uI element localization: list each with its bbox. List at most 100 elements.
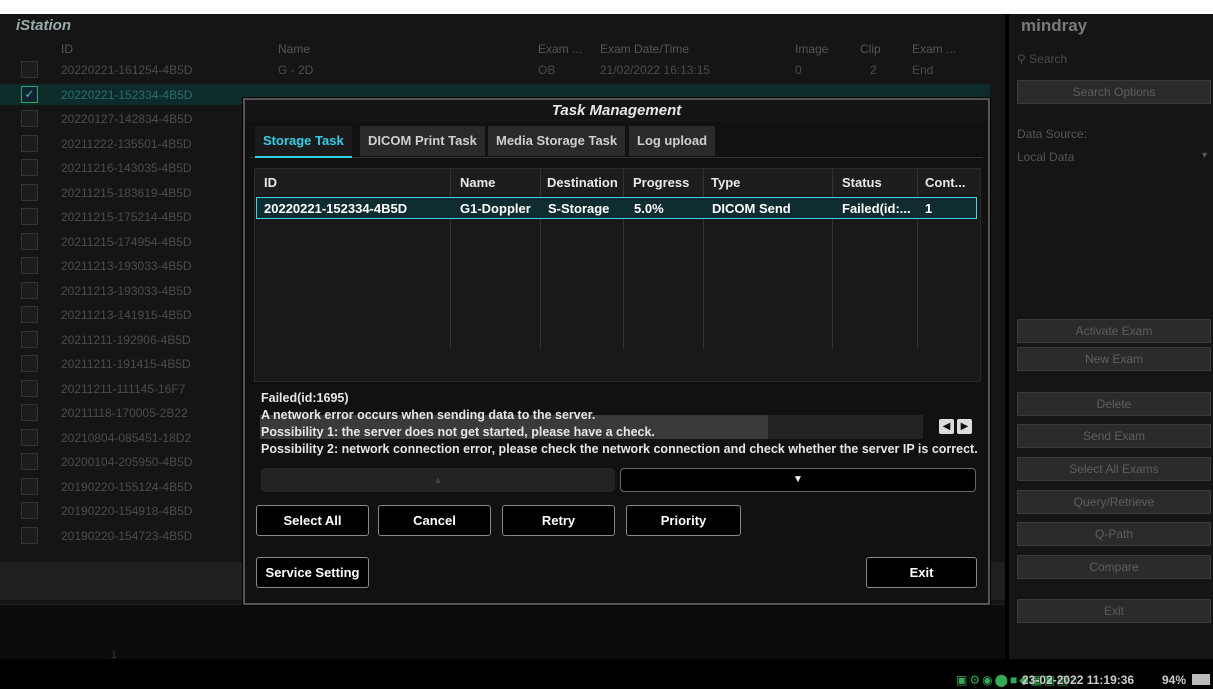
exam-checkbox[interactable]: ✓ <box>21 85 38 103</box>
cancel-button[interactable]: Cancel <box>378 505 491 536</box>
exam-checkbox[interactable] <box>21 502 38 519</box>
exam-checkbox[interactable] <box>21 61 38 78</box>
chevron-down-icon: ▼ <box>793 474 803 485</box>
exit-button[interactable]: Exit <box>866 557 977 588</box>
task-table: ID Name Destination Progress Type Status… <box>254 168 981 439</box>
error-message: Failed(id:1695) A network error occurs w… <box>261 390 981 458</box>
col-clip-header[interactable]: Clip <box>860 42 881 56</box>
exit-button[interactable]: Exit <box>1017 599 1211 623</box>
exam-checkbox[interactable] <box>21 257 38 274</box>
col-exam-header[interactable]: Exam ... <box>538 42 582 56</box>
column-divider <box>832 169 833 349</box>
send-exam-button[interactable]: Send Exam <box>1017 424 1211 448</box>
retry-button[interactable]: Retry <box>502 505 615 536</box>
task-col-cont[interactable]: Cont... <box>925 175 965 190</box>
exam-checkbox[interactable] <box>21 330 38 348</box>
search-options-button[interactable]: Search Options <box>1017 80 1211 104</box>
q-path-button[interactable]: Q-Path <box>1017 522 1211 546</box>
exam-id: 20211215-183619-4B5D <box>61 185 192 200</box>
exam-checkbox[interactable] <box>21 477 38 495</box>
query-retrieve-button[interactable]: Query/Retrieve <box>1017 490 1211 514</box>
new-exam-button[interactable]: New Exam <box>1017 347 1211 371</box>
exam-checkbox[interactable] <box>21 526 38 544</box>
task-management-dialog: Task Management Storage Task DICOM Print… <box>243 98 990 605</box>
dialog-title: Task Management <box>245 100 988 122</box>
task-col-status[interactable]: Status <box>842 175 882 190</box>
tab-media-storage-task[interactable]: Media Storage Task <box>488 126 626 156</box>
task-col-id[interactable]: ID <box>264 175 277 190</box>
exam-id: 20220221-161254-4B5D <box>61 63 193 77</box>
exam-checkbox[interactable] <box>21 232 38 250</box>
top-white-strip <box>0 0 1213 14</box>
search-placeholder: Search <box>1029 52 1068 66</box>
task-status: Failed(id:... <box>842 201 911 216</box>
column-divider <box>623 169 624 349</box>
right-panel: mindray ⚲ Search Search Options Data Sou… <box>1009 14 1213 659</box>
service-setting-button[interactable]: Service Setting <box>256 557 369 588</box>
activate-exam-button[interactable]: Activate Exam <box>1017 319 1211 343</box>
exam-id: 20220221-152334-4B5D <box>61 87 193 102</box>
battery-level: 94% <box>1162 673 1187 687</box>
exam-id: 20211118-170005-2B22 <box>61 406 188 420</box>
column-divider <box>450 169 451 349</box>
search-field[interactable]: ⚲ Search <box>1017 52 1067 66</box>
search-icon: ⚲ <box>1017 52 1026 66</box>
exam-id: 20211211-191415-4B5D <box>61 357 191 371</box>
tab-log-upload[interactable]: Log upload <box>629 126 716 156</box>
exam-date: 21/02/2022 16:13:15 <box>600 63 711 77</box>
task-col-name[interactable]: Name <box>460 175 495 190</box>
data-source-select[interactable]: Local Data ▼ <box>1017 150 1211 164</box>
error-line: A network error occurs when sending data… <box>261 408 596 422</box>
exam-row[interactable]: 20220221-161254-4B5D G - 2D OB 21/02/2022 1… <box>0 59 990 80</box>
task-id: 20220221-152334-4B5D <box>264 201 408 216</box>
exam-checkbox[interactable] <box>21 306 38 323</box>
dialog-tabs: Storage Task DICOM Print Task Media Stor… <box>250 124 983 158</box>
status-bar: ▣⚙◉⬤■◆▦▣▤○ 23-02-2022 11:19:36 94% <box>0 659 1213 689</box>
exam-checkbox[interactable] <box>21 453 38 470</box>
select-all-exams-button[interactable]: Select All Exams <box>1017 457 1211 481</box>
delete-button[interactable]: Delete <box>1017 392 1211 416</box>
col-date-header[interactable]: Exam Date/Time <box>600 42 689 56</box>
task-table-header: ID Name Destination Progress Type Status… <box>255 169 980 195</box>
select-all-button[interactable]: Select All <box>256 505 369 536</box>
col-id-header[interactable]: ID <box>61 42 73 56</box>
task-type: DICOM Send <box>712 201 791 216</box>
column-divider <box>540 169 541 349</box>
col-image-header[interactable]: Image <box>795 42 828 56</box>
task-cont: 1 <box>925 201 933 216</box>
chevron-up-icon: ▲ <box>433 475 443 485</box>
exam-checkbox[interactable] <box>21 428 38 446</box>
exam-id: 20190220-155124-4B5D <box>61 479 193 494</box>
exam-id: 20220127-142834-4B5D <box>61 112 193 126</box>
task-row-selected[interactable]: 20220221-152334-4B5D G1-Doppler S-Storag… <box>256 197 977 219</box>
task-col-type[interactable]: Type <box>711 175 740 190</box>
tab-storage-task[interactable]: Storage Task <box>255 126 352 158</box>
exam-checkbox[interactable] <box>21 134 38 152</box>
task-destination: S-Storage <box>548 201 610 216</box>
battery-icon <box>1192 674 1210 685</box>
exam-checkbox[interactable] <box>21 183 38 201</box>
col-status-header[interactable]: Exam ... <box>912 42 956 56</box>
exam-checkbox[interactable] <box>21 110 38 127</box>
exam-checkbox[interactable] <box>21 159 38 176</box>
exam-checkbox[interactable] <box>21 208 38 225</box>
data-source-value: Local Data <box>1017 150 1075 164</box>
tab-dicom-print-task[interactable]: DICOM Print Task <box>360 126 485 156</box>
exam-checkbox[interactable] <box>21 404 38 421</box>
exam-checkbox[interactable] <box>21 281 38 299</box>
priority-up-button[interactable]: ▲ <box>261 468 615 492</box>
task-col-destination[interactable]: Destination <box>547 175 618 190</box>
task-col-progress[interactable]: Progress <box>633 175 689 190</box>
task-progress: 5.0% <box>634 201 664 216</box>
exam-checkbox[interactable] <box>21 355 38 372</box>
exam-id: 20211213-193033-4B5D <box>61 283 192 298</box>
priority-button[interactable]: Priority <box>626 505 741 536</box>
exam-list-header: ID Name Exam ... Exam Date/Time Image Cl… <box>0 38 1005 59</box>
exam-checkbox[interactable] <box>21 379 38 397</box>
compare-button[interactable]: Compare <box>1017 555 1211 579</box>
exam-id: 20211216-143035-4B5D <box>61 161 192 175</box>
priority-down-button[interactable]: ▼ <box>620 468 976 492</box>
chevron-down-icon: ▼ <box>1200 150 1209 160</box>
error-line: Failed(id:1695) <box>261 391 349 405</box>
col-name-header[interactable]: Name <box>278 42 310 56</box>
